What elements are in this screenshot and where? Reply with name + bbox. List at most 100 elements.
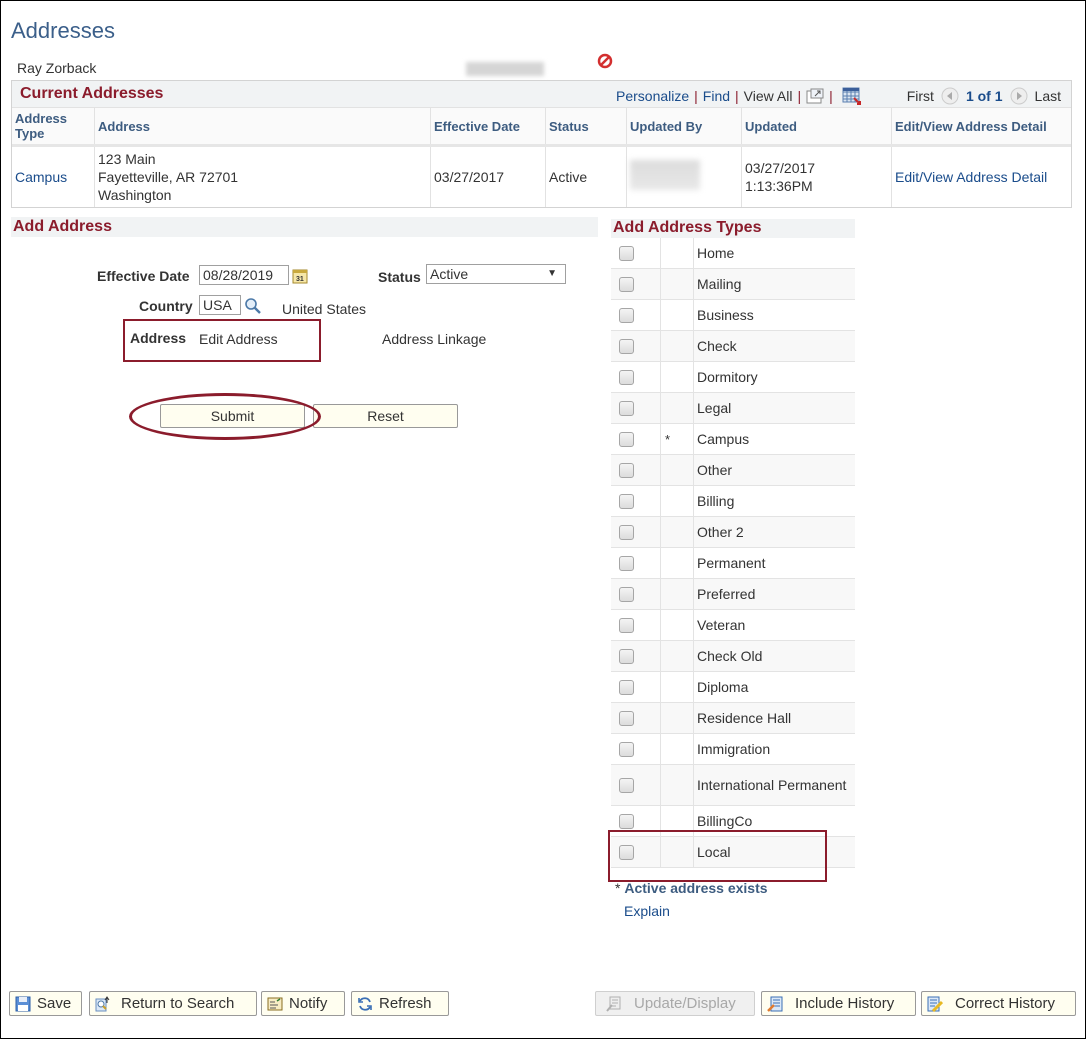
address-type-row: International Permanent	[611, 765, 855, 806]
explain-link[interactable]: Explain	[624, 903, 670, 919]
reset-button[interactable]: Reset	[313, 404, 458, 428]
column-header-status[interactable]: Status	[545, 108, 627, 147]
grid-header: Current Addresses Personalize | Find | V…	[12, 81, 1071, 108]
address-type-checkbox[interactable]	[619, 431, 634, 447]
column-header-updated[interactable]: Updated	[741, 108, 892, 147]
separator: |	[735, 88, 739, 104]
address-type-name: Veteran	[697, 617, 746, 633]
column-header-address[interactable]: Address	[94, 108, 431, 147]
checkbox-cell	[611, 517, 661, 547]
address-line-1: 123 Main	[98, 151, 156, 167]
table-header-row: Address Type Address Effective Date Stat…	[12, 108, 1071, 147]
address-type-checkbox[interactable]	[619, 710, 634, 726]
personalize-link[interactable]: Personalize	[616, 88, 689, 104]
edit-address-link[interactable]: Edit Address	[199, 331, 278, 347]
effective-date-label: Effective Date	[97, 268, 190, 284]
address-type-link[interactable]: Campus	[15, 169, 67, 185]
column-header-edit-view-detail[interactable]: Edit/View Address Detail	[891, 108, 1071, 147]
correct-history-label: Correct History	[955, 995, 1056, 1012]
view-all-link[interactable]: View All	[744, 88, 793, 104]
address-type-checkbox[interactable]	[619, 493, 634, 509]
address-type-row: Other	[611, 455, 855, 486]
address-label: Address	[130, 330, 187, 346]
address-type-name: Home	[697, 245, 735, 261]
address-type-checkbox[interactable]	[619, 741, 634, 757]
current-addresses-grid: Current Addresses Personalize | Find | V…	[11, 80, 1072, 208]
address-type-row: Immigration	[611, 734, 855, 765]
find-link[interactable]: Find	[703, 88, 730, 104]
address-type-checkbox[interactable]	[619, 307, 634, 323]
address-type-name: Business	[697, 307, 754, 323]
address-type-checkbox[interactable]	[619, 245, 634, 261]
address-type-checkbox[interactable]	[619, 586, 634, 602]
active-marker	[661, 362, 694, 392]
address-linkage-link[interactable]: Address Linkage	[382, 331, 486, 347]
active-marker	[661, 393, 694, 423]
address-type-row: Billing	[611, 486, 855, 517]
address-type-row: Legal	[611, 393, 855, 424]
address-type-checkbox[interactable]	[619, 338, 634, 354]
notify-button[interactable]: Notify	[261, 991, 345, 1016]
updated-cell: 03/27/2017 1:13:36PM	[741, 145, 892, 207]
active-marker	[661, 765, 694, 805]
return-to-search-button[interactable]: Return to Search	[89, 991, 257, 1016]
next-row-icon[interactable]	[1009, 87, 1029, 105]
address-type-checkbox[interactable]	[619, 369, 634, 385]
callout-box-local	[608, 830, 827, 882]
address-type-checkbox[interactable]	[619, 555, 634, 571]
save-button[interactable]: Save	[9, 991, 82, 1016]
address-type-name: Billing	[697, 493, 735, 509]
checkbox-cell	[611, 362, 661, 392]
address-type-row: Permanent	[611, 548, 855, 579]
address-type-name: Mailing	[697, 276, 742, 292]
separator: |	[829, 88, 833, 104]
update-display-button[interactable]: Update/Display	[595, 991, 755, 1016]
address-type-row: Residence Hall	[611, 703, 855, 734]
edit-view-address-detail-link[interactable]: Edit/View Address Detail	[895, 169, 1047, 185]
address-type-name: Other	[697, 462, 733, 478]
redacted-id	[466, 62, 544, 76]
column-header-updated-by[interactable]: Updated By	[626, 108, 742, 147]
add-address-header: Add Address	[11, 217, 598, 237]
checkbox-cell	[611, 641, 661, 671]
column-header-address-type[interactable]: Address Type	[12, 108, 95, 147]
notify-icon	[267, 997, 283, 1010]
country-input[interactable]	[199, 295, 241, 315]
active-marker	[661, 610, 694, 640]
active-marker	[661, 672, 694, 702]
include-history-icon	[767, 996, 783, 1012]
address-type-checkbox[interactable]	[619, 648, 634, 664]
address-type-checkbox[interactable]	[619, 462, 634, 478]
download-grid-icon[interactable]	[842, 87, 862, 105]
address-type-checkbox[interactable]	[619, 524, 634, 540]
checkbox-cell	[611, 331, 661, 361]
address-type-checkbox[interactable]	[619, 777, 634, 793]
last-label: Last	[1034, 88, 1061, 104]
refresh-button[interactable]: Refresh	[351, 991, 449, 1016]
calendar-icon[interactable]: 31	[292, 267, 308, 284]
country-label: Country	[139, 298, 193, 314]
correct-history-button[interactable]: Correct History	[921, 991, 1076, 1016]
address-type-checkbox[interactable]	[619, 617, 634, 633]
lookup-search-icon[interactable]	[244, 297, 262, 315]
updated-date: 03/27/2017	[745, 160, 816, 176]
effective-date-input[interactable]	[199, 265, 289, 285]
address-type-name: Dormitory	[697, 369, 758, 385]
address-type-row: Veteran	[611, 610, 855, 641]
include-history-button[interactable]: Include History	[761, 991, 916, 1016]
new-window-icon[interactable]	[806, 88, 824, 104]
status-select[interactable]: Active ▼	[426, 264, 566, 284]
column-header-effective-date[interactable]: Effective Date	[430, 108, 546, 147]
save-label: Save	[37, 995, 72, 1012]
checkbox-cell	[611, 393, 661, 423]
address-type-checkbox[interactable]	[619, 400, 634, 416]
previous-row-icon[interactable]	[940, 87, 960, 105]
address-type-checkbox[interactable]	[619, 813, 634, 829]
checkbox-cell	[611, 238, 661, 268]
address-type-checkbox[interactable]	[619, 276, 634, 292]
checkbox-cell	[611, 765, 661, 805]
address-type-name: International Permanent	[697, 777, 847, 793]
address-type-name: Preferred	[697, 586, 756, 602]
address-type-row: Dormitory	[611, 362, 855, 393]
address-type-checkbox[interactable]	[619, 679, 634, 695]
